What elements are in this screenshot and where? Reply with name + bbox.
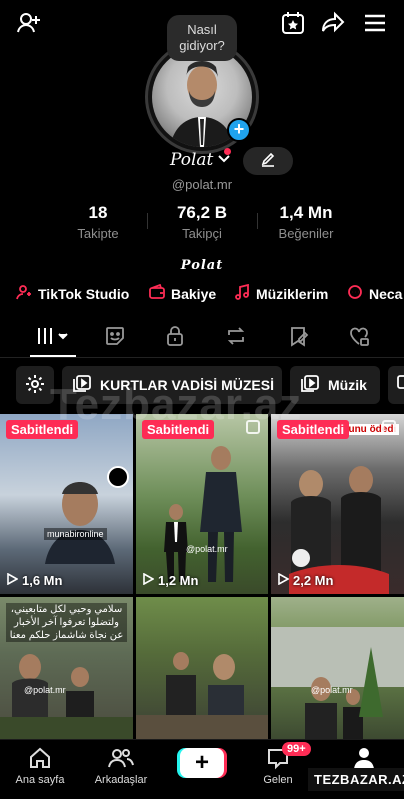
play-icon [6,572,19,588]
active-tab-indicator [30,355,76,357]
add-story-plus-icon[interactable]: + [227,118,251,142]
profile-name: Polat [170,150,214,170]
chip-label: Müzik [328,377,367,393]
video-grid: munabironline Sabitlendi 1,6 Mn @polat.m… [0,414,404,739]
friends-icon [88,746,154,770]
video-caption: munabironline [44,528,107,540]
play-icon [277,572,290,588]
tiktok-studio-link[interactable]: TikTok Studio [16,284,129,303]
repost-icon [225,325,247,352]
chat-icon [347,284,363,303]
bookmark-icon [287,325,309,352]
stat-following[interactable]: 18 Takipte [68,203,128,241]
video-thumbnail[interactable] [136,597,268,739]
tab-reposts[interactable] [222,324,250,352]
creator-avatar [107,466,129,488]
sticker-face-icon [104,325,126,352]
stat-value: 18 [88,203,108,222]
watermark-text: Tezbazar.az [50,380,303,429]
divider [147,213,148,229]
view-count-text: 2,2 Mn [293,573,334,588]
video-caption: @polat.mr [186,544,228,554]
settings-chip[interactable] [16,366,54,404]
view-count: 1,6 Mn [6,572,63,588]
profile-handle: @polat.mr [171,177,233,192]
lock-icon [164,325,186,352]
nav-label: Ana sayfa [15,774,65,786]
playlist-icon [300,374,320,396]
nav-home[interactable]: Ana sayfa [10,746,70,786]
divider [257,213,258,229]
quick-link-label: Neca [369,285,403,302]
video-caption-arabic: سلامي وحبي لكل متابعيني، ولتضلوا تعرفوا … [6,603,127,642]
video-thumbnail[interactable]: سلامي وحبي لكل متابعيني، ولتضلوا تعرفوا … [0,597,133,739]
quick-link-label: TikTok Studio [38,285,130,302]
plus-icon: + [194,749,209,776]
view-count-text: 1,6 Mn [22,573,63,588]
playlist-chip-muzik[interactable]: Müzik [290,366,380,404]
quick-link-label: Müziklerim [256,285,329,302]
pencil-icon [260,151,276,172]
nav-friends[interactable]: Arkadaşlar [88,746,154,786]
music-note-icon [234,283,250,303]
edit-profile-button[interactable] [243,147,293,175]
stat-likes[interactable]: 1,4 Mn Beğeniler [268,203,344,241]
watermark-stamp: TEZBAZAR.AZ [308,768,404,791]
content-tabs [0,318,404,358]
nav-label: Arkadaşlar [94,774,148,786]
person-studio-icon [16,284,32,303]
view-count: 2,2 Mn [277,572,334,588]
my-music-link[interactable]: Müziklerim [234,283,329,303]
profile-icon [346,746,382,770]
profile-bio: Polat [180,258,224,273]
video-thumbnail[interactable]: munabironline Sabitlendi 1,6 Mn [0,414,133,594]
video-thumbnail[interactable]: @polat.mr Sabitlendi 1,2 Mn [136,414,268,594]
stat-value: 76,2 B [176,203,228,222]
tab-videos[interactable] [34,324,70,352]
tab-favorites[interactable] [101,324,129,352]
playlist-chip-more[interactable] [388,366,404,404]
profile-stats: 18 Takipte 76,2 B Takipçi 1,4 Mn Beğenil… [0,203,404,247]
tab-liked[interactable] [345,324,373,352]
share-icon[interactable] [320,10,346,36]
wallet-icon [149,283,165,303]
tab-saved[interactable] [284,324,312,352]
status-bubble[interactable]: Nasıl gidiyor? [167,15,237,61]
stat-label: Takipçi [182,226,222,241]
nav-label: Gelen [263,774,293,786]
video-caption: @polat.mr [311,685,353,695]
gear-icon [25,374,45,397]
create-video-button[interactable]: + [180,748,224,778]
home-icon [10,746,70,770]
select-checkbox[interactable] [382,420,396,434]
view-count: 1,2 Mn [142,572,199,588]
quick-link-label: Bakiye [171,285,217,302]
stat-label: Beğeniler [278,226,334,241]
notification-dot [224,148,231,155]
video-caption: @polat.mr [24,685,66,695]
heart-lock-icon [348,325,370,352]
stat-value: 1,4 Mn [279,203,333,222]
profile-name-row[interactable]: Polat [170,150,231,170]
tab-private[interactable] [161,324,189,352]
inbox-badge: 99+ [282,742,311,756]
chat-link[interactable]: Neca [347,284,402,303]
calendar-star-icon[interactable] [280,10,306,36]
play-icon [142,572,155,588]
playlist-icon [394,374,404,396]
grid-bars-icon [35,325,69,352]
stat-label: Takipte [77,226,119,241]
video-thumbnail[interactable]: vefa borcunu ödedi Sabitlendi 2,2 Mn [271,414,404,594]
video-thumbnail[interactable]: @polat.mr [271,597,404,739]
view-count-text: 1,2 Mn [158,573,199,588]
add-friend-icon[interactable] [16,10,42,36]
quick-links: TikTok Studio Bakiye Müziklerim Neca [0,282,404,306]
stat-followers[interactable]: 76,2 B Takipçi [162,203,242,241]
balance-link[interactable]: Bakiye [149,283,217,303]
menu-icon[interactable] [362,10,388,36]
